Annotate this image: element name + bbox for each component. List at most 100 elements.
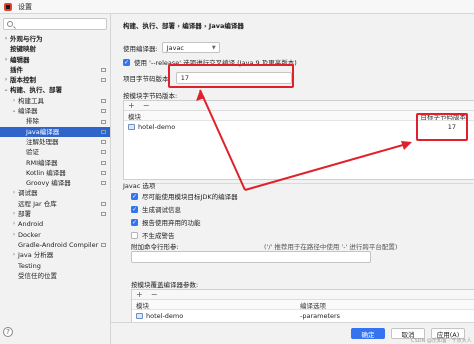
sidebar-item[interactable]: RMI编译器 (0, 158, 110, 168)
override-toolbar: + − (132, 290, 474, 300)
sidebar-item-label: Docker (18, 230, 41, 239)
bytecode-label: 项目字节码版本: (123, 75, 171, 83)
ok-button[interactable]: 确定 (351, 328, 385, 339)
sidebar-item-label: 排除 (26, 117, 39, 126)
sidebar-item-label: 按键映射 (10, 45, 36, 54)
project-scope-icon (101, 150, 106, 155)
sidebar-item-label: Kotlin 编译器 (26, 168, 66, 177)
sidebar-item[interactable]: 注解处理器 (0, 137, 110, 147)
extra-params-input[interactable] (131, 251, 371, 263)
sidebar-item[interactable]: ⌄ 构建、执行、部署 (0, 85, 110, 95)
add-override-button[interactable]: + (136, 290, 143, 299)
sidebar-item[interactable]: Groovy 编译器 (0, 178, 110, 188)
debug-info-checkbox[interactable]: ✓ (131, 205, 138, 213)
sidebar-item[interactable]: › Android (0, 219, 110, 229)
project-scope-icon (101, 160, 106, 165)
javac-option-label: 尽可能使用模块目标JDK的编译器 (142, 193, 238, 201)
table-row[interactable]: hotel-demo -parameters (132, 310, 474, 322)
sidebar-item[interactable]: Gradle-Android Compiler (0, 240, 110, 250)
sidebar-item-label: 注解处理器 (26, 137, 59, 146)
sidebar-item[interactable]: › 版本控制 (0, 75, 110, 85)
module-icon (136, 313, 143, 319)
app-icon (4, 2, 12, 11)
javac-option-checkbox[interactable]: ✓ (131, 192, 138, 200)
sidebar-item[interactable]: 插件 (0, 65, 110, 75)
sidebar-item[interactable]: › Docker (0, 230, 110, 240)
chevron-icon: › (12, 251, 16, 259)
project-scope-icon (101, 119, 106, 124)
override-module-name: hotel-demo (146, 312, 184, 320)
sidebar-item-label: Gradle-Android Compiler (18, 240, 99, 249)
annotation-box-module-target (416, 113, 468, 141)
per-module-label: 按模块字节码版本: (123, 92, 178, 100)
annotation-box-project-bytecode (168, 64, 294, 88)
override-options-value[interactable]: -parameters (300, 312, 340, 320)
sidebar-item[interactable]: ⌄ 编译器 (0, 106, 110, 116)
module-column-header: 模块 (128, 112, 141, 121)
project-scope-icon (101, 212, 106, 217)
sidebar-item-label: RMI编译器 (26, 158, 58, 167)
sidebar-item[interactable]: 排除 (0, 116, 110, 126)
sidebar-item-label: Groovy 编译器 (26, 179, 71, 188)
sidebar-item[interactable]: › Java 分析器 (0, 250, 110, 260)
sidebar-item-label: Java编译器 (26, 127, 60, 136)
sidebar-item[interactable]: › 部署 (0, 209, 110, 219)
sidebar-item-label: 外观与行为 (10, 35, 43, 43)
override-table-header: 模块 编译选项 (132, 300, 474, 310)
sidebar-item[interactable]: 受信任的位置 (0, 271, 110, 281)
breadcrumb: 构建、执行、部署 › 编译器 › Java编译器 (123, 22, 244, 30)
settings-search-input[interactable] (3, 18, 107, 30)
project-scope-icon (101, 109, 106, 114)
sidebar-item[interactable]: › 外观与行为 (0, 34, 110, 44)
sidebar-item[interactable]: 远程 Jar 仓库 (0, 199, 110, 209)
project-scope-icon (101, 140, 106, 145)
chevron-icon: › (4, 35, 8, 42)
help-icon[interactable]: ? (3, 327, 13, 337)
deprecation-checkbox[interactable]: ✓ (131, 218, 138, 226)
override-label: 按模块覆盖编译器参数: (131, 281, 199, 289)
sidebar-item-label: 部署 (18, 210, 31, 219)
sidebar-item[interactable]: 验证 (0, 147, 110, 157)
sidebar-item[interactable]: › 编辑器 (0, 55, 110, 65)
module-name: hotel-demo (138, 123, 176, 131)
chevron-icon: › (4, 76, 8, 84)
sidebar-item-label: 验证 (26, 148, 39, 157)
chevron-icon: › (12, 230, 16, 238)
title-bar: 设置 (0, 0, 474, 14)
sidebar-item[interactable]: 按键映射 (0, 44, 110, 54)
javac-section-title: Javac 选项 (123, 182, 156, 190)
no-warnings-label: 不生成警告 (142, 232, 175, 240)
sidebar-item[interactable]: Kotlin 编译器 (0, 168, 110, 178)
extra-params-hint: ('/' 推荐用于在路径中使用 '-' 进行跨平台配置) (264, 243, 398, 251)
section-divider (155, 183, 473, 184)
sidebar-item-label: Testing (18, 261, 41, 270)
sidebar-item-label: Java 分析器 (18, 251, 54, 260)
chevron-icon: › (12, 210, 16, 218)
compiler-label: 使用编译器: (123, 44, 158, 53)
remove-module-button[interactable]: − (143, 101, 150, 110)
override-module-header: 模块 (136, 301, 149, 310)
add-module-button[interactable]: + (128, 101, 135, 110)
settings-tree: › 外观与行为 按键映射 › 编辑器 插件 › 版本控制 ⌄ 构建、执行、部署 › 构建工具 ⌄ 编译器排… (0, 34, 110, 281)
dialog-footer: 确定 取消 应用(A) CSDN @乐知客 · 千点大人 (111, 322, 474, 344)
sidebar-item[interactable]: › 调试器 (0, 188, 110, 198)
remove-override-button[interactable]: − (151, 290, 158, 299)
window-title: 设置 (18, 2, 32, 11)
sidebar-item-label: 远程 Jar 仓库 (18, 199, 57, 208)
chevron-icon: ⌄ (11, 107, 17, 115)
module-icon (128, 124, 135, 130)
project-scope-icon (101, 171, 106, 175)
project-scope-icon (101, 98, 106, 103)
project-scope-icon (101, 181, 106, 186)
sidebar-item-label: 构建、执行、部署 (10, 86, 62, 95)
compiler-select[interactable]: Javac ▼ (161, 42, 220, 53)
sidebar-item[interactable]: › 构建工具 (0, 96, 110, 106)
watermark: CSDN @乐知客 · 千点大人 (411, 338, 472, 344)
sidebar-item-label: 编辑器 (10, 55, 30, 64)
no-warnings-checkbox[interactable] (131, 231, 138, 239)
sidebar-item[interactable]: Testing (0, 261, 110, 271)
sidebar-item[interactable]: Java编译器 (0, 126, 110, 137)
project-scope-icon (101, 129, 106, 134)
project-scope-icon (101, 68, 106, 73)
release-checkbox[interactable]: ✓ (123, 58, 130, 66)
